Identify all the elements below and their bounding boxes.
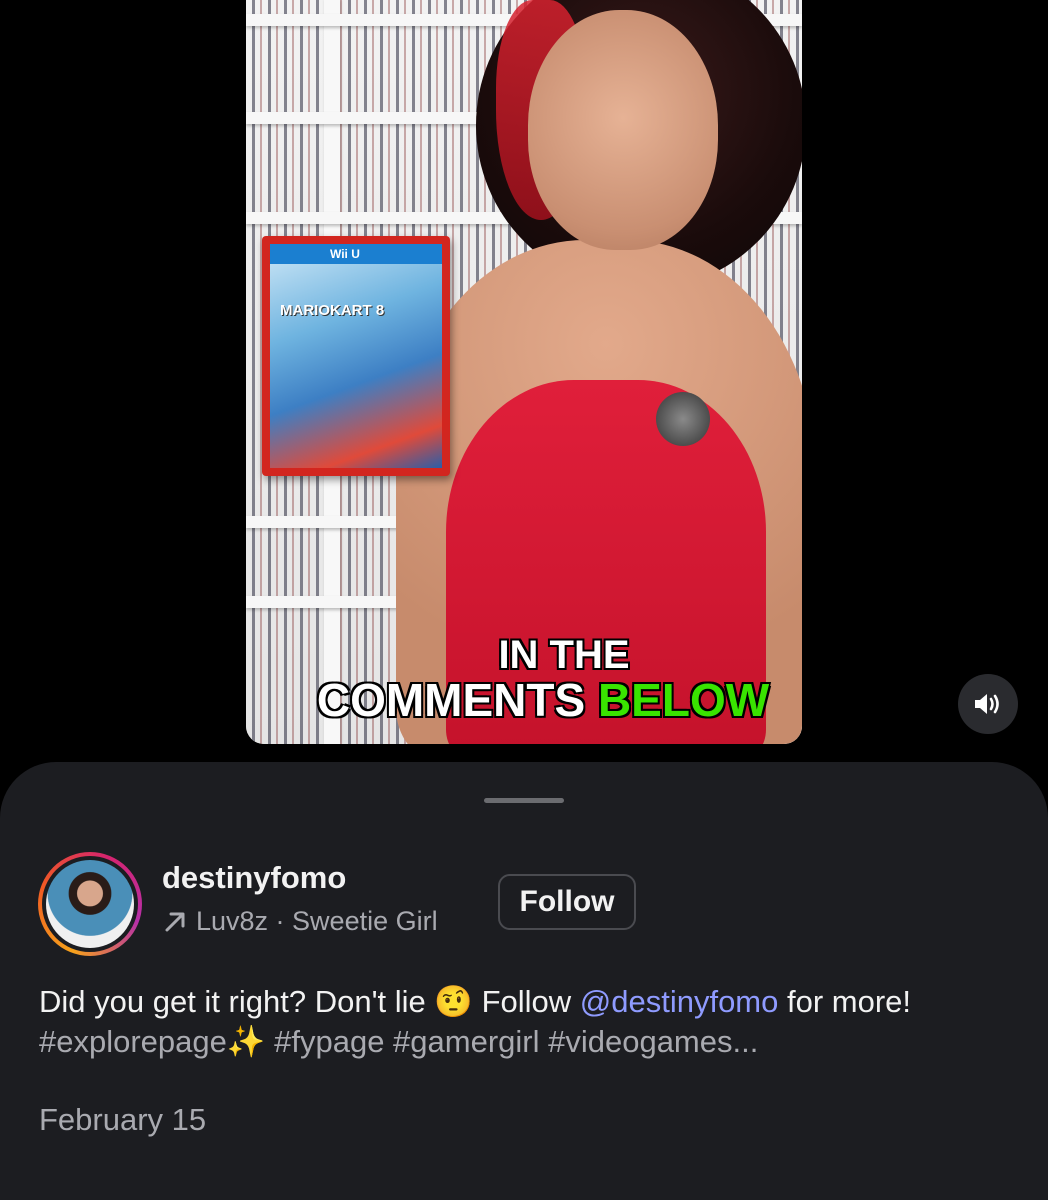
speaker-volume-icon — [975, 694, 999, 714]
reel-video[interactable]: Wii U MARIOKART 8 IN THE COMMENTS BELOW — [246, 0, 802, 744]
game-box-title: MARIOKART 8 — [280, 302, 385, 319]
post-info-sheet: destinyfomo Luv8z · Sweetie Girl Follow … — [0, 762, 1048, 1200]
person-face — [528, 10, 718, 250]
follow-button[interactable]: Follow — [498, 874, 636, 930]
caption-text: Did you get it right? Don't lie — [39, 984, 435, 1019]
mention-link[interactable]: @destinyfomo — [580, 984, 779, 1019]
game-box-brand: Wii U — [270, 244, 442, 264]
caption-text: Follow — [472, 984, 580, 1019]
caption-word-comments: COMMENTS — [316, 674, 586, 726]
caption-word-below: BELOW — [597, 674, 770, 726]
game-box: Wii U MARIOKART 8 — [262, 236, 450, 476]
sparkles-emoji: ✨ — [226, 1024, 266, 1059]
avatar-gap — [42, 856, 138, 952]
mute-toggle-button[interactable] — [958, 674, 1018, 734]
reel-screen: Wii U MARIOKART 8 IN THE COMMENTS BELOW — [0, 0, 1048, 1200]
avatar — [46, 860, 134, 948]
audio-label: Luv8z · Sweetie Girl — [196, 906, 438, 936]
caption-line-1: IN THE — [498, 633, 630, 677]
hashtag-links[interactable]: #fypage #gamergirl #videogames... — [266, 1024, 758, 1059]
story-ring[interactable] — [38, 852, 142, 956]
caption-text: for more! — [778, 984, 912, 1019]
hashtag-link[interactable]: #explorepage — [39, 1024, 227, 1059]
post-caption: Did you get it right? Don't lie 🤨 Follow… — [39, 982, 999, 1062]
game-box-cover: Wii U MARIOKART 8 — [270, 244, 442, 468]
username[interactable]: destinyfomo — [162, 860, 346, 896]
raised-eyebrow-emoji: 🤨 — [434, 984, 473, 1019]
audio-attribution[interactable]: Luv8z · Sweetie Girl — [162, 906, 438, 937]
arrow-up-right-icon — [165, 912, 185, 931]
post-date: February 15 — [39, 1102, 207, 1137]
lavalier-microphone — [656, 392, 710, 446]
sheet-drag-handle[interactable] — [484, 798, 564, 803]
video-caption: IN THE COMMENTS BELOW — [246, 634, 802, 724]
caption-line-2: COMMENTS BELOW — [284, 676, 802, 724]
